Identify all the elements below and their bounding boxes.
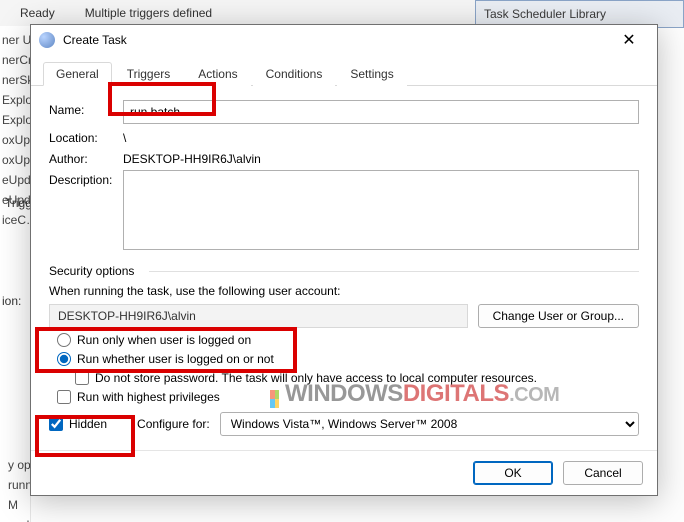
author-value: DESKTOP-HH9IR6J\alvin	[123, 149, 261, 166]
tab-triggers[interactable]: Triggers	[114, 62, 184, 86]
security-options-text: When running the task, use the following…	[49, 284, 639, 298]
app-icon	[39, 32, 55, 48]
bg-task-item: eUpd…	[0, 170, 30, 190]
general-panel: Name: Location: \ Author: DESKTOP-HH9IR6…	[31, 86, 657, 450]
dialog-title: Create Task	[63, 33, 609, 47]
label-name: Name:	[49, 100, 123, 117]
radio-run-whether-label: Run whether user is logged on or not	[77, 352, 274, 366]
bg-status-triggers: Multiple triggers defined	[85, 6, 212, 20]
bg-task-item: oxUp…	[0, 150, 30, 170]
tab-settings[interactable]: Settings	[337, 62, 406, 86]
tab-general[interactable]: General	[43, 62, 112, 86]
label-description: Description:	[49, 170, 123, 187]
bg-status-ready: Ready	[20, 6, 55, 20]
bg-task-item: oxUp…	[0, 130, 30, 150]
bg-task-item: nerCr…	[0, 50, 30, 70]
close-button[interactable]: ✕	[609, 25, 649, 55]
checkbox-no-password-label: Do not store password. The task will onl…	[95, 371, 537, 385]
bg-frag: M	[8, 498, 684, 512]
cancel-button[interactable]: Cancel	[563, 461, 643, 485]
checkbox-hidden[interactable]	[49, 417, 63, 431]
label-author: Author:	[49, 149, 123, 166]
configure-for-label: Configure for:	[137, 417, 210, 431]
configure-for-dropdown[interactable]: Windows Vista™, Windows Server™ 2008	[220, 412, 639, 436]
create-task-dialog: Create Task ✕ General Triggers Actions C…	[30, 24, 658, 496]
radio-run-logged-on[interactable]	[57, 333, 71, 347]
label-location: Location:	[49, 128, 123, 145]
security-options-heading: Security options	[49, 264, 639, 278]
bg-frag: n wh	[8, 518, 684, 522]
bg-task-item: Explo…	[0, 110, 30, 130]
tab-actions[interactable]: Actions	[185, 62, 250, 86]
tab-row: General Triggers Actions Conditions Sett…	[31, 55, 657, 86]
bg-trigger-text: Trigg	[5, 196, 32, 210]
description-input[interactable]	[123, 170, 639, 250]
bg-task-item: Explo…	[0, 90, 30, 110]
change-user-button[interactable]: Change User or Group...	[478, 304, 639, 328]
checkbox-highest-privileges-label: Run with highest privileges	[77, 390, 220, 404]
radio-run-logged-on-label: Run only when user is logged on	[77, 333, 251, 347]
bg-ion-text: ion:	[2, 294, 21, 308]
tab-conditions[interactable]: Conditions	[253, 62, 336, 86]
checkbox-highest-privileges[interactable]	[57, 390, 71, 404]
ok-button[interactable]: OK	[473, 461, 553, 485]
location-value: \	[123, 128, 126, 145]
bg-task-item: iceC…	[0, 210, 30, 230]
bg-task-item: ner Up…	[0, 30, 30, 50]
dialog-button-bar: OK Cancel	[31, 450, 657, 495]
radio-run-whether[interactable]	[57, 352, 71, 366]
titlebar: Create Task ✕	[31, 25, 657, 55]
bg-task-item: nerSk…	[0, 70, 30, 90]
user-account-display: DESKTOP-HH9IR6J\alvin	[49, 304, 468, 328]
checkbox-no-password[interactable]	[75, 371, 89, 385]
checkbox-hidden-label: Hidden	[69, 417, 107, 431]
name-input[interactable]	[123, 100, 639, 124]
